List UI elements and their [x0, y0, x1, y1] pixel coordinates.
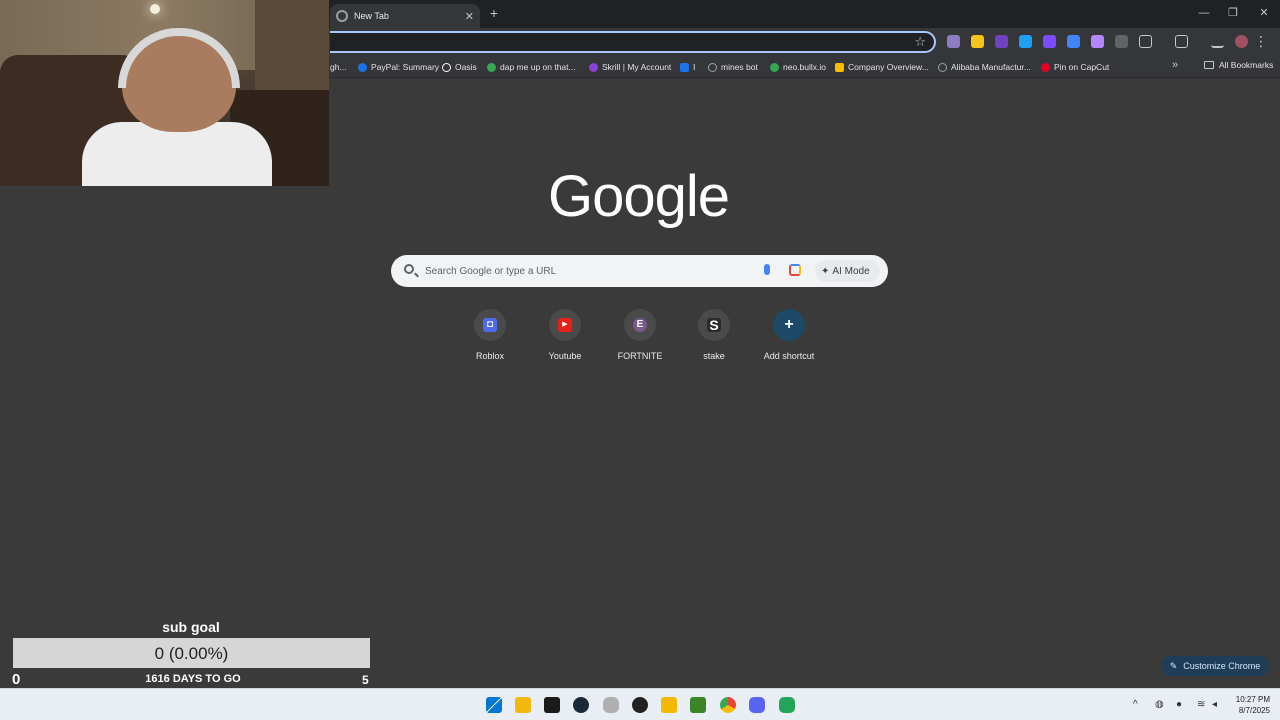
sub-goal-min: 0: [12, 671, 21, 688]
sparkle-search-icon: ✦: [821, 265, 830, 277]
avatar[interactable]: [1235, 35, 1248, 48]
volume-icon[interactable]: ◂: [1212, 699, 1217, 710]
globe-icon: [938, 62, 947, 72]
sub-goal-progress-bar: 0 (0.00%): [13, 638, 370, 668]
restore-icon[interactable]: ❐: [1219, 4, 1247, 22]
extension-icon[interactable]: [1043, 35, 1056, 48]
ai-mode-button[interactable]: ✦ AI Mode: [815, 260, 880, 282]
sub-goal-days: 1616 DAYS TO GO: [145, 673, 241, 685]
discord-icon[interactable]: [749, 697, 765, 713]
microphone-icon[interactable]: ●: [1176, 699, 1182, 710]
obs-icon[interactable]: [632, 697, 648, 713]
bookmark-item[interactable]: dap me up on that...: [487, 60, 576, 74]
add-shortcut-button[interactable]: + Add shortcut: [754, 309, 824, 361]
youtube-icon: ▶: [558, 318, 572, 332]
bookmark-item[interactable]: Pin on CapCut: [1041, 60, 1109, 74]
close-icon[interactable]: ✕: [465, 10, 474, 23]
bullx-icon: [770, 62, 779, 72]
sub-goal-max: 5: [362, 673, 369, 687]
shortcut-tile: E: [624, 309, 656, 341]
network-icon[interactable]: ◍: [1155, 699, 1164, 710]
bookmark-item[interactable]: Skrill | My Account: [589, 60, 671, 74]
plus-icon: +: [784, 316, 794, 333]
steam-icon[interactable]: [573, 697, 589, 713]
company-icon: [835, 62, 844, 72]
tab-title: New Tab: [354, 11, 389, 21]
rockstar-icon[interactable]: [661, 697, 677, 713]
stake-icon: S: [707, 318, 721, 332]
taskbar: ^ ◍ ● ≋ ◂ 10:27 PM 8/7/2025: [0, 688, 1280, 720]
bookmark-item[interactable]: gh...: [330, 60, 347, 74]
bookmark-item[interactable]: I: [680, 60, 695, 74]
oasis-icon: [442, 62, 451, 72]
bookmark-item[interactable]: neo.bullx.io: [770, 60, 826, 74]
terminal-icon[interactable]: [544, 697, 560, 713]
shortcut-tile: ▶: [549, 309, 581, 341]
shortcut-tile: S: [698, 309, 730, 341]
pinterest-icon: [1041, 62, 1050, 72]
shortcut-tile: ◘: [474, 309, 506, 341]
pill-icon: [487, 62, 496, 72]
google-logo: Google: [548, 164, 730, 229]
shortcut-youtube[interactable]: ▶ Youtube: [530, 309, 600, 361]
paypal-icon: [358, 62, 367, 72]
shortcut-stake[interactable]: S stake: [679, 309, 749, 361]
shortcut-tile: +: [773, 309, 805, 341]
customize-chrome-button[interactable]: ✎ Customize Chrome: [1161, 656, 1269, 676]
chrome-icon[interactable]: [720, 697, 736, 713]
extension-icon[interactable]: [947, 35, 960, 48]
bookmark-item[interactable]: Alibaba Manufactur...: [938, 60, 1031, 74]
skrill-icon: [589, 62, 598, 72]
chevron-up-icon[interactable]: ^: [1133, 699, 1138, 710]
chrome-icon: [336, 10, 348, 22]
search-input[interactable]: [425, 261, 745, 281]
system-clock[interactable]: 10:27 PM 8/7/2025: [1226, 694, 1270, 716]
extension-icon[interactable]: [1091, 35, 1104, 48]
extension-icon[interactable]: [1019, 35, 1032, 48]
all-bookmarks-button[interactable]: All Bookmarks: [1204, 60, 1273, 70]
new-tab-button[interactable]: +: [486, 5, 502, 21]
search-box[interactable]: ✦ AI Mode: [391, 255, 888, 287]
minimize-icon[interactable]: —: [1190, 4, 1218, 22]
shortcut-roblox[interactable]: ◘ Roblox: [455, 309, 525, 361]
globe-icon: [708, 62, 717, 72]
file-explorer-icon[interactable]: [515, 697, 531, 713]
fortnite-icon: E: [633, 318, 647, 332]
google-lens-icon[interactable]: [789, 264, 801, 276]
wifi-icon[interactable]: ≋: [1197, 699, 1205, 710]
pencil-icon: ✎: [1169, 660, 1178, 671]
shortcut-fortnite[interactable]: E FORTNITE: [605, 309, 675, 361]
mouse-icon[interactable]: [603, 697, 619, 713]
kebab-menu-icon[interactable]: ⋮: [1254, 33, 1268, 50]
shield-icon: [680, 62, 689, 72]
star-icon[interactable]: ☆: [914, 34, 926, 50]
microphone-icon[interactable]: [764, 264, 770, 275]
minecraft-icon[interactable]: [690, 697, 706, 713]
webcam-overlay: [0, 0, 329, 186]
roblox-icon: ◘: [483, 318, 497, 332]
screen: New Tab ✕ + — ❐ ✕ ☆ ⋮ gh... PayPal: Summ…: [0, 0, 1280, 720]
bookmark-item[interactable]: mines bot: [708, 60, 758, 74]
tab-new-tab[interactable]: New Tab ✕: [330, 4, 480, 28]
address-bar[interactable]: ☆: [330, 31, 936, 53]
bookmark-item[interactable]: Oasis: [442, 60, 477, 74]
extension-icon[interactable]: [1115, 35, 1128, 48]
media-icon[interactable]: [1211, 35, 1224, 48]
folder-icon: [1204, 61, 1214, 69]
bookmark-item[interactable]: Company Overview...: [835, 60, 929, 74]
puzzle-icon[interactable]: [1139, 35, 1152, 48]
sub-goal-value: 0 (0.00%): [154, 644, 229, 663]
chevron-right-icon[interactable]: »: [1172, 59, 1178, 71]
side-panel-icon[interactable]: [1175, 35, 1188, 48]
extension-icon[interactable]: [995, 35, 1008, 48]
extension-icon[interactable]: [1067, 35, 1080, 48]
windows-start-icon[interactable]: [486, 697, 502, 713]
search-icon: [404, 264, 414, 274]
bookmark-item[interactable]: PayPal: Summary: [358, 60, 439, 74]
app-icon[interactable]: [779, 697, 795, 713]
window-close-icon[interactable]: ✕: [1250, 4, 1278, 22]
sub-goal-title: sub goal: [162, 619, 220, 635]
extension-icon[interactable]: [971, 35, 984, 48]
